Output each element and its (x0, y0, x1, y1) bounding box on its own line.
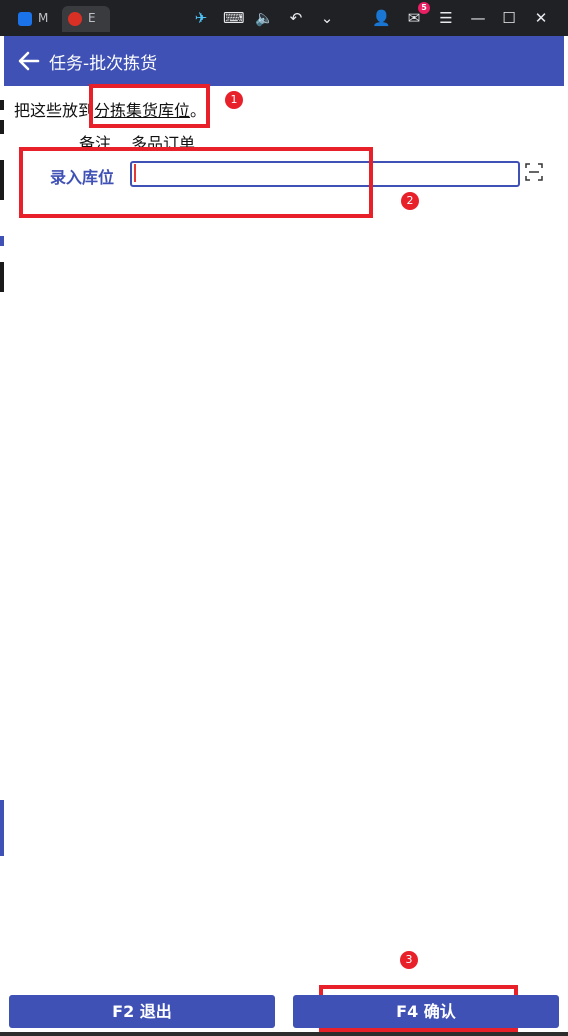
background-fragment (0, 262, 4, 292)
window-titlebar: M E ✈ ⌨ 🔈 ↶ ⌄ 👤 ✉ 5 ☰ — ☐ ✕ (0, 0, 568, 36)
annotation-marker-2: 2 (401, 192, 419, 210)
background-fragment (0, 236, 4, 246)
scan-icon[interactable] (524, 162, 544, 182)
background-fragment (0, 800, 4, 856)
background-fragment (0, 100, 4, 110)
menu-icon[interactable]: ☰ (437, 9, 455, 27)
tab-label: E (88, 11, 96, 25)
browser-tab-1[interactable]: M (12, 6, 56, 32)
instruction-prefix: 把这些放到 (14, 101, 95, 120)
app-header: 任务-批次拣货 (4, 36, 564, 86)
app-logo-icon (18, 12, 32, 26)
keyboard-icon[interactable]: ⌨ (223, 9, 245, 27)
minimize-icon[interactable]: — (469, 9, 487, 27)
undo-icon[interactable]: ↶ (287, 9, 305, 27)
confirm-button[interactable]: F4 确认 (293, 995, 559, 1028)
volume-icon[interactable]: 🔈 (255, 9, 274, 27)
background-fragment (0, 120, 4, 134)
annotation-box-2 (19, 147, 373, 218)
user-icon[interactable]: 👤 (372, 9, 391, 27)
annotation-marker-3: 3 (400, 951, 418, 969)
exit-button[interactable]: F2 退出 (9, 995, 275, 1028)
close-icon[interactable]: ✕ (532, 9, 550, 27)
arrow-left-icon[interactable] (18, 50, 40, 72)
browser-tab-2[interactable]: E (62, 6, 110, 32)
background-fragment (0, 160, 4, 200)
chevron-down-icon[interactable]: ⌄ (318, 9, 336, 27)
bottom-border (0, 1032, 568, 1036)
tab-label: M (38, 11, 49, 25)
annotation-box-1 (89, 84, 210, 128)
app-logo-icon (68, 12, 82, 26)
maximize-icon[interactable]: ☐ (500, 9, 518, 27)
page-title: 任务-批次拣货 (49, 54, 158, 74)
annotation-marker-1: 1 (225, 91, 243, 109)
bird-icon[interactable]: ✈ (192, 9, 210, 27)
mail-badge: 5 (418, 2, 430, 14)
